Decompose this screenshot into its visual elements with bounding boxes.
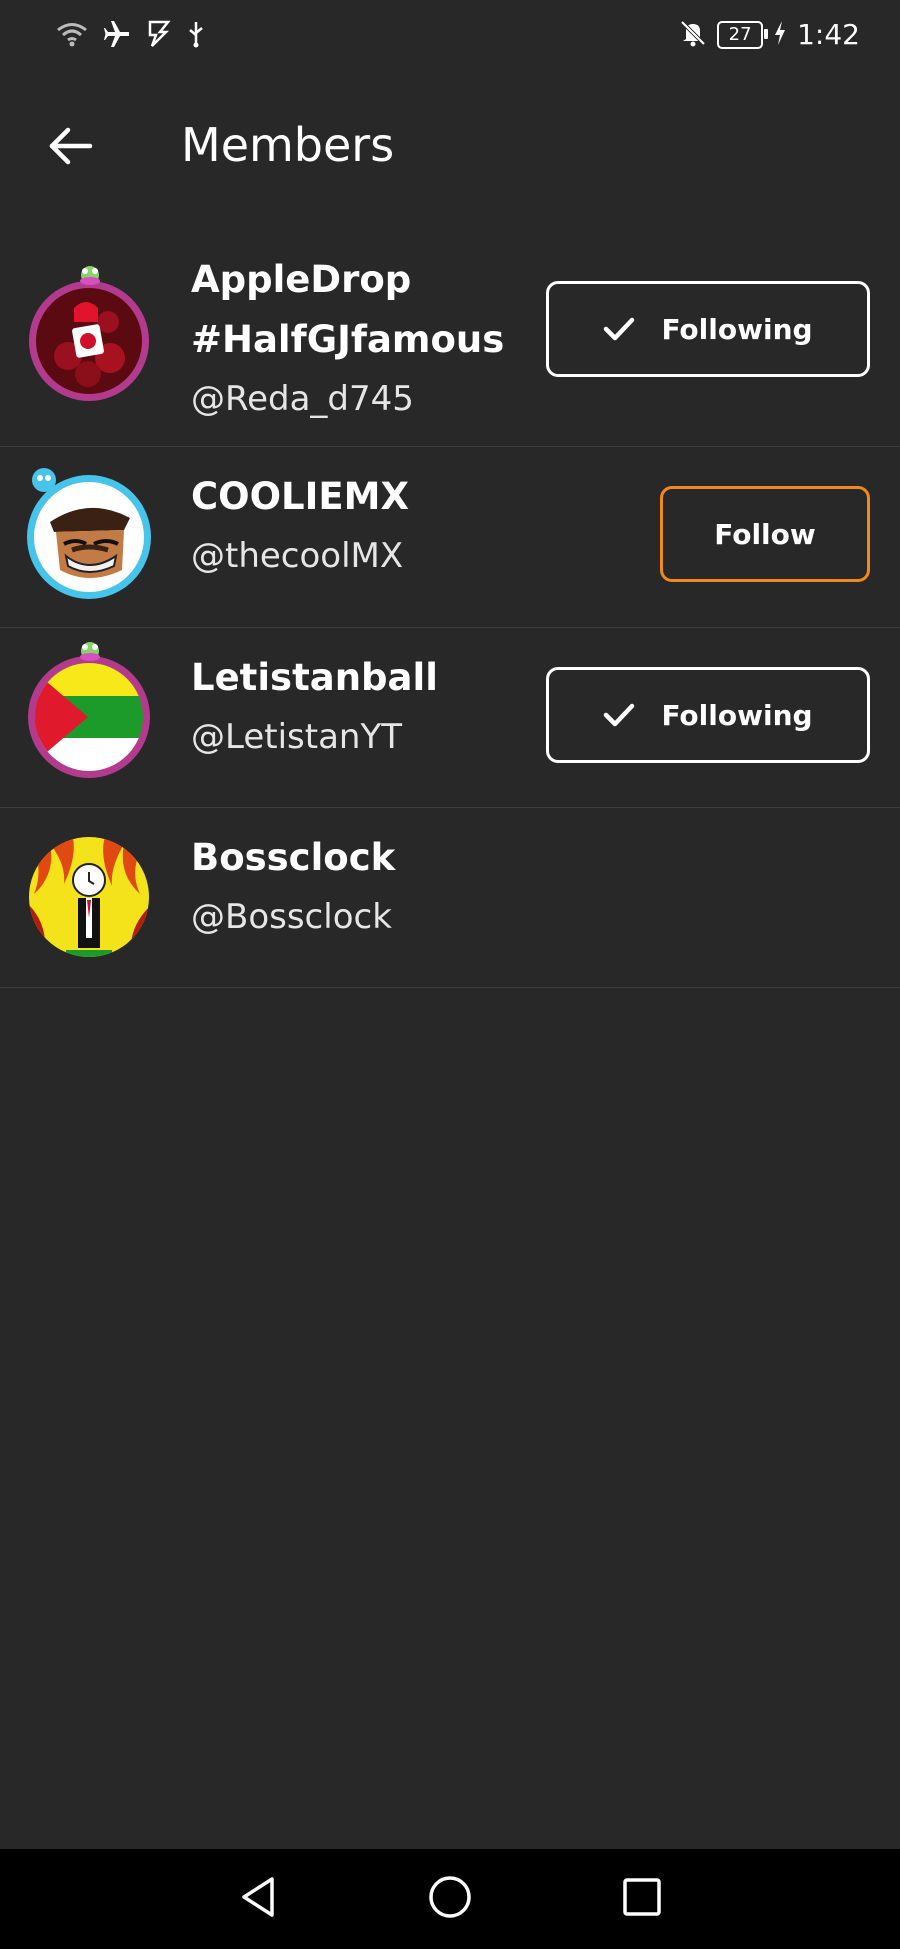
member-handle: @Reda_d745 (191, 379, 414, 419)
members-list: AppleDrop #HalfGJfamous @Reda_d745 Follo… (0, 236, 900, 988)
recents-square-icon (622, 1877, 662, 1921)
checkmark-icon (603, 702, 635, 728)
checkmark-icon (603, 316, 635, 342)
member-handle: @thecoolMX (191, 536, 404, 576)
back-triangle-icon (238, 1875, 278, 1923)
page-title: Members (181, 118, 395, 172)
bell-off-icon (679, 19, 707, 51)
status-icons-left (56, 20, 206, 52)
nav-home-button[interactable] (422, 1873, 478, 1925)
member-name: Bossclock (191, 836, 396, 879)
member-handle: @Bossclock (191, 897, 392, 937)
member-row[interactable]: Letistanball @LetistanYT Following (0, 628, 900, 808)
header: Members (0, 100, 900, 196)
member-handle: @LetistanYT (191, 717, 403, 757)
charging-icon (773, 20, 787, 50)
member-info: AppleDrop #HalfGJfamous @Reda_d745 (191, 250, 531, 428)
following-button[interactable]: Following (546, 667, 870, 763)
home-circle-icon (428, 1875, 472, 1923)
member-name: COOLIEMX (191, 475, 410, 518)
status-time: 1:42 (797, 18, 860, 51)
member-info: Bossclock @Bossclock (191, 828, 395, 946)
following-button-label: Following (661, 698, 813, 732)
status-bar: 27 1:42 (0, 0, 900, 78)
follow-button-label: Follow (714, 517, 816, 551)
member-row[interactable]: COOLIEMX @thecoolMX Follow (0, 447, 900, 628)
member-info: COOLIEMX @thecoolMX (191, 467, 409, 585)
member-info: Letistanball @LetistanYT (191, 648, 438, 766)
member-name: Letistanball (191, 656, 438, 699)
airplane-icon (102, 20, 132, 52)
following-button-label: Following (661, 312, 813, 346)
avatar[interactable] (26, 834, 152, 960)
battery-icon: 27 (717, 20, 769, 49)
avatar[interactable] (26, 468, 152, 600)
avatar[interactable] (26, 266, 152, 404)
flash-icon (146, 20, 172, 52)
status-icons-right: 27 1:42 (679, 18, 860, 51)
avatar[interactable] (26, 642, 152, 780)
member-row[interactable]: Bossclock @Bossclock (0, 808, 900, 988)
battery-level: 27 (728, 24, 752, 45)
nav-recents-button[interactable] (614, 1873, 670, 1925)
member-name: AppleDrop #HalfGJfamous (191, 258, 505, 361)
back-button[interactable] (36, 120, 106, 176)
system-nav-bar (0, 1849, 900, 1949)
wifi-icon (56, 21, 88, 51)
member-row[interactable]: AppleDrop #HalfGJfamous @Reda_d745 Follo… (0, 236, 900, 447)
usb-icon (186, 20, 206, 52)
following-button[interactable]: Following (546, 281, 870, 377)
nav-back-button[interactable] (230, 1873, 286, 1925)
follow-button[interactable]: Follow (660, 486, 870, 582)
arrow-left-icon (48, 126, 94, 170)
